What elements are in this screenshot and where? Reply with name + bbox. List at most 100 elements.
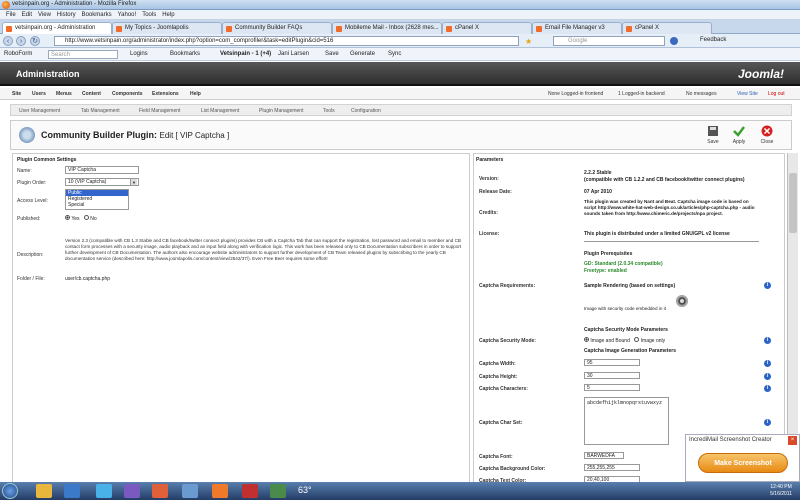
access-option-special[interactable]: Special bbox=[66, 202, 128, 208]
menu-extensions[interactable]: Extensions bbox=[152, 91, 179, 97]
menu-yahoo[interactable]: Yahoo! bbox=[118, 10, 137, 20]
menu-users[interactable]: Users bbox=[32, 91, 46, 97]
scrollbar-thumb[interactable] bbox=[789, 173, 797, 233]
submenu-tools[interactable]: Tools bbox=[323, 108, 335, 114]
url-field[interactable]: http://www.vetsinpain.org/administrator/… bbox=[54, 36, 519, 46]
close-icon[interactable]: × bbox=[788, 436, 797, 445]
save-bookmark-button[interactable]: Save bbox=[325, 50, 339, 59]
app-icon[interactable] bbox=[124, 484, 140, 498]
submenu-tab-management[interactable]: Tab Management bbox=[81, 108, 120, 114]
close-button[interactable]: Close bbox=[755, 125, 779, 145]
menu-site[interactable]: Site bbox=[12, 91, 21, 97]
menu-help[interactable]: Help bbox=[162, 10, 174, 20]
save-button[interactable]: Save bbox=[701, 125, 725, 145]
back-icon[interactable]: ‹ bbox=[3, 36, 13, 46]
image-gen-title: Captcha Image Generation Parameters bbox=[584, 348, 676, 354]
forward-icon[interactable]: › bbox=[16, 36, 26, 46]
charset-textarea[interactable]: abcdefhijklmnopqrstuvwxyz bbox=[584, 397, 669, 445]
bg-color-field[interactable]: 255,255,255 bbox=[584, 464, 640, 471]
font-select[interactable]: BARWEDFA bbox=[584, 452, 624, 459]
logout-link[interactable]: Log out bbox=[768, 91, 785, 97]
tab-mobileme[interactable]: Mobileme Mail - Inbox (2628 mes... bbox=[332, 22, 442, 34]
tab-label: cPanel X bbox=[455, 25, 480, 31]
star-icon[interactable]: ★ bbox=[525, 37, 532, 46]
tab-label: Community Builder FAQs bbox=[235, 25, 303, 31]
audio-icon[interactable] bbox=[676, 295, 688, 307]
app-icon[interactable] bbox=[182, 484, 198, 498]
info-icon[interactable]: i bbox=[764, 282, 771, 289]
info-icon[interactable]: i bbox=[764, 360, 771, 367]
start-button[interactable] bbox=[2, 483, 18, 499]
menu-help[interactable]: Help bbox=[190, 91, 201, 97]
explorer-icon[interactable] bbox=[36, 484, 52, 498]
description-label: Description: bbox=[17, 252, 44, 258]
plugin-order-select[interactable]: 10 (VIP Captcha) ▼ bbox=[65, 178, 139, 186]
firefox-icon[interactable] bbox=[212, 484, 228, 498]
sync-button[interactable]: Sync bbox=[388, 50, 401, 59]
submenu-plugin-management[interactable]: Plugin Management bbox=[259, 108, 303, 114]
joomla-header: Administration Joomla! bbox=[0, 62, 800, 86]
tab-cb-faq[interactable]: Community Builder FAQs bbox=[222, 22, 332, 34]
reload-icon[interactable]: ↻ bbox=[30, 36, 40, 46]
roboform-button[interactable]: RoboForm bbox=[4, 50, 32, 59]
tab-cpanel-2[interactable]: cPanel X bbox=[622, 22, 712, 34]
info-icon[interactable]: i bbox=[764, 419, 771, 426]
license-label: License: bbox=[479, 231, 500, 237]
radio-bound-icon[interactable] bbox=[584, 337, 589, 342]
admin-title: Administration bbox=[16, 69, 80, 79]
menu-file[interactable]: File bbox=[6, 10, 16, 20]
submenu-configuration[interactable]: Configuration bbox=[351, 108, 381, 114]
chars-field[interactable]: 5 bbox=[584, 384, 640, 391]
prereq-title: Plugin Prerequisites bbox=[584, 251, 633, 257]
home-icon[interactable] bbox=[670, 37, 678, 45]
menu-view[interactable]: View bbox=[38, 10, 51, 20]
browser-menubar: File Edit View History Bookmarks Yahoo! Tools H… bbox=[0, 10, 800, 20]
access-level-list[interactable]: Public Registered Special bbox=[65, 189, 129, 210]
itunes-icon[interactable] bbox=[96, 484, 112, 498]
radio-no-icon[interactable] bbox=[83, 215, 89, 220]
apply-button[interactable]: Apply bbox=[727, 125, 751, 145]
feedback-button[interactable]: Feedback bbox=[700, 37, 726, 43]
generate-button[interactable]: Generate bbox=[350, 50, 375, 59]
submenu-user-management[interactable]: User Management bbox=[19, 108, 60, 114]
name-field[interactable]: VIP Captcha bbox=[65, 166, 139, 174]
make-screenshot-button[interactable]: Make Screenshot bbox=[698, 453, 788, 473]
menu-tools[interactable]: Tools bbox=[142, 10, 156, 20]
radio-yes-icon[interactable] bbox=[65, 215, 70, 220]
radio-only-icon[interactable] bbox=[634, 337, 640, 342]
view-site-link[interactable]: View Site bbox=[737, 91, 758, 97]
search-input[interactable]: Google bbox=[553, 36, 665, 46]
menu-bookmarks[interactable]: Bookmarks bbox=[82, 10, 112, 20]
ie-icon[interactable] bbox=[64, 484, 80, 498]
menu-history[interactable]: History bbox=[57, 10, 76, 20]
logins-button[interactable]: Logins bbox=[130, 50, 148, 59]
windows-taskbar: 63° 12:40 PM 5/16/2011 bbox=[0, 482, 800, 500]
info-icon[interactable]: i bbox=[764, 385, 771, 392]
tab-joomlapolis[interactable]: My Topics - Joomlapolis bbox=[112, 22, 222, 34]
info-icon[interactable]: i bbox=[764, 337, 771, 344]
info-icon[interactable]: i bbox=[764, 373, 771, 380]
mail-icon[interactable] bbox=[152, 484, 168, 498]
user-button[interactable]: Jani Larsen bbox=[278, 50, 309, 59]
page-title-sub: Edit [ VIP Captcha ] bbox=[159, 131, 230, 140]
popup-title: IncrediMail Screenshot Creator bbox=[689, 437, 772, 443]
submenu-field-management[interactable]: Field Management bbox=[139, 108, 180, 114]
menu-menus[interactable]: Menus bbox=[56, 91, 72, 97]
height-field[interactable]: 30 bbox=[584, 372, 640, 379]
menu-content[interactable]: Content bbox=[82, 91, 101, 97]
published-yes-label: Yes bbox=[71, 216, 80, 222]
width-field[interactable]: 95 bbox=[584, 359, 640, 366]
submenu-list-management[interactable]: List Management bbox=[201, 108, 239, 114]
app-icon[interactable] bbox=[242, 484, 258, 498]
tab-cpanel[interactable]: cPanel X bbox=[442, 22, 532, 34]
messages-status[interactable]: No messages bbox=[686, 91, 717, 97]
cb-submenu: User Management Tab Management Field Man… bbox=[10, 104, 792, 116]
menu-edit[interactable]: Edit bbox=[22, 10, 32, 20]
favicon-icon bbox=[226, 26, 232, 32]
menu-components[interactable]: Components bbox=[112, 91, 143, 97]
bookmark-search-input[interactable]: Search bbox=[48, 50, 118, 59]
app-icon[interactable] bbox=[270, 484, 286, 498]
vetsinpain-button[interactable]: Vetsinpain - 1 (+4) bbox=[220, 50, 271, 59]
bookmarks-button[interactable]: Bookmarks bbox=[170, 50, 200, 59]
tab-file-manager[interactable]: Email File Manager v3 bbox=[532, 22, 622, 34]
